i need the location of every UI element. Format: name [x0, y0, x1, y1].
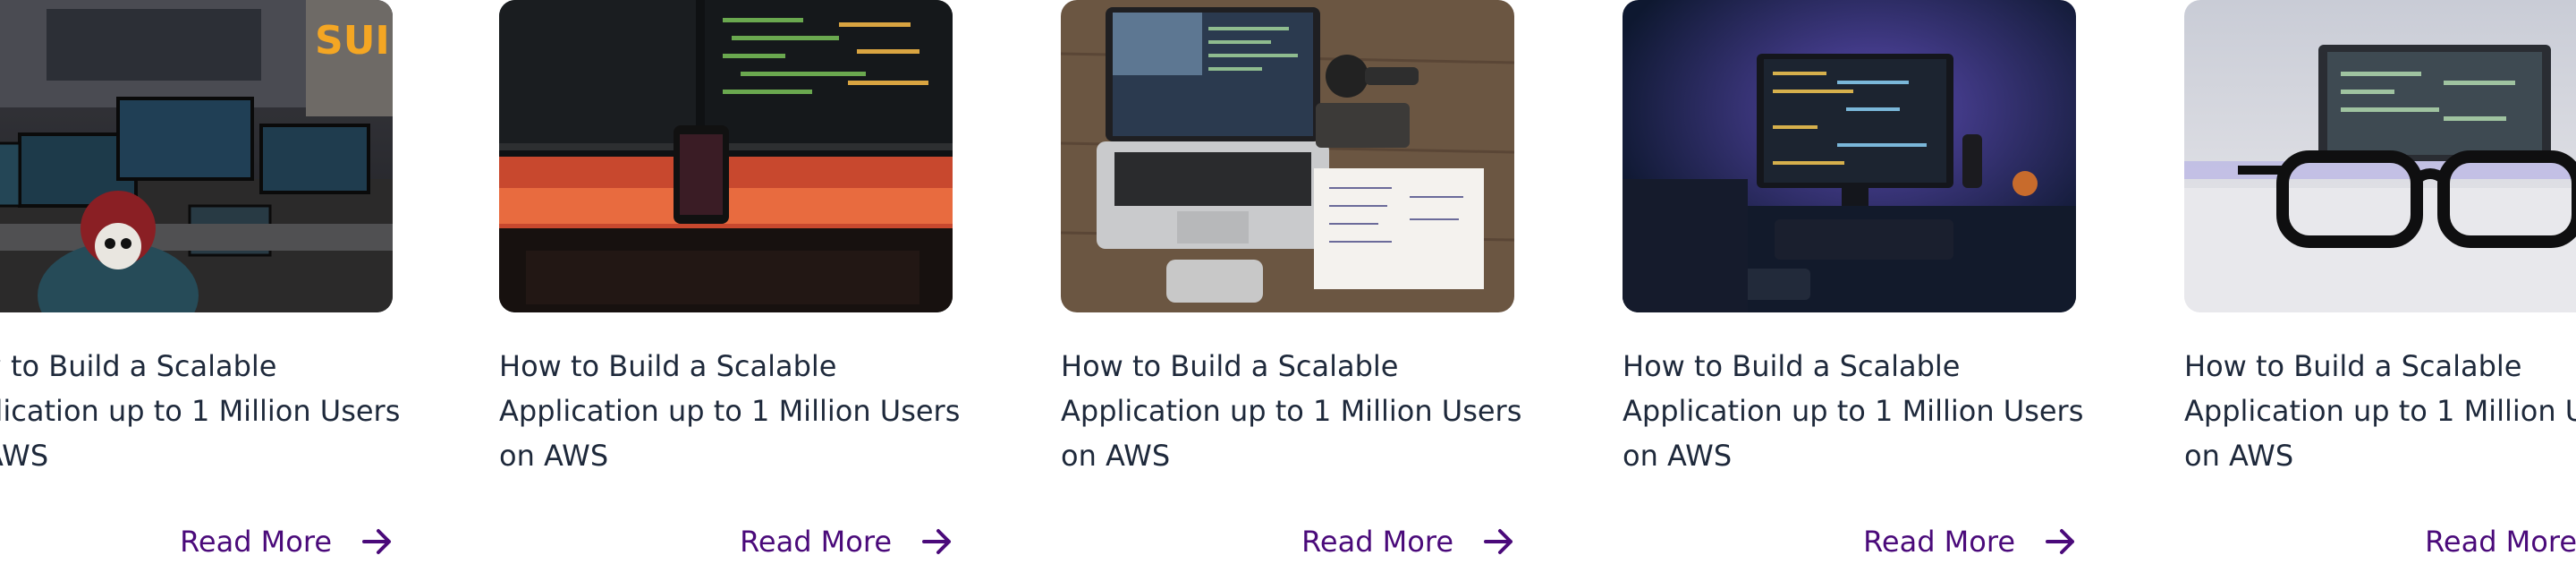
- article-title: How to Build a Scalable Application up t…: [1061, 349, 1522, 473]
- dark-desk-monitors-photo: [499, 0, 953, 312]
- read-more-link[interactable]: Read More: [2184, 519, 2576, 564]
- card-logo: SUI: [315, 18, 390, 64]
- article-image[interactable]: SUI: [0, 0, 393, 312]
- article-card: How to Build a Scalable Application up t…: [2184, 0, 2576, 564]
- article-image[interactable]: [1061, 0, 1514, 312]
- arrow-right-icon: [2046, 529, 2074, 554]
- read-more-link[interactable]: Read More: [1623, 519, 2076, 564]
- office-hacker-photo: SUI: [0, 0, 393, 312]
- article-title: How to Build a Scalable Application up t…: [1623, 349, 2084, 473]
- read-more-label: Read More: [740, 525, 892, 559]
- article-card: How to Build a Scalable Application up t…: [499, 0, 960, 564]
- article-image[interactable]: [2184, 0, 2576, 312]
- arrow-right-icon: [922, 529, 951, 554]
- purple-monitor-photo: [1623, 0, 2076, 312]
- article-carousel: SUI How to Build a Scalable Application …: [0, 0, 2576, 564]
- article-title: How to Build a Scalable Application up t…: [2184, 349, 2576, 473]
- arrow-right-icon: [362, 529, 391, 554]
- article-image[interactable]: [499, 0, 953, 312]
- read-more-link[interactable]: Read More: [0, 519, 393, 564]
- arrow-right-icon: [1484, 529, 1513, 554]
- laptop-notebook-photo: [1061, 0, 1514, 312]
- article-title: How to Build a Scalable Application up t…: [499, 349, 961, 473]
- read-more-link[interactable]: Read More: [1061, 519, 1514, 564]
- article-card: SUI How to Build a Scalable Application …: [0, 0, 400, 564]
- read-more-link[interactable]: Read More: [499, 519, 953, 564]
- article-card: How to Build a Scalable Application up t…: [1061, 0, 1521, 564]
- read-more-label: Read More: [2425, 525, 2576, 559]
- read-more-label: Read More: [1301, 525, 1453, 559]
- article-image[interactable]: [1623, 0, 2076, 312]
- read-more-label: Read More: [180, 525, 332, 559]
- article-title: How to Build a Scalable Application up t…: [0, 349, 401, 473]
- read-more-label: Read More: [1863, 525, 2015, 559]
- glasses-laptop-photo: [2184, 0, 2576, 312]
- article-card: How to Build a Scalable Application up t…: [1623, 0, 2083, 564]
